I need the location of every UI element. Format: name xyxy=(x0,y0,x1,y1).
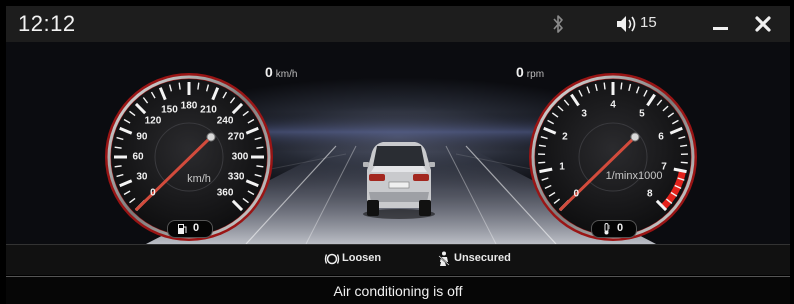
tick-label: 0 xyxy=(573,188,579,200)
speedometer-unit-label: km/h xyxy=(187,173,211,185)
minor-tick xyxy=(256,146,264,149)
minor-tick xyxy=(680,161,688,164)
needle-hub xyxy=(206,132,216,142)
seatbelt-status: Unsecured xyxy=(436,251,536,268)
close-button[interactable] xyxy=(748,10,778,38)
tick-label: 30 xyxy=(136,171,148,183)
tick-label: 150 xyxy=(161,104,178,116)
minor-tick xyxy=(178,82,181,90)
seatbelt-icon xyxy=(438,251,450,266)
minor-tick xyxy=(256,165,264,168)
minor-tick xyxy=(603,82,606,90)
minor-tick xyxy=(538,161,546,164)
tick-label: 270 xyxy=(227,131,245,143)
minor-tick xyxy=(197,82,200,90)
tick-label: 180 xyxy=(180,100,198,112)
tick-label: 360 xyxy=(216,187,234,199)
minor-tick xyxy=(114,146,122,149)
seatbelt-label: Unsecured xyxy=(454,252,511,264)
warning-strip: Loosen Unsecured xyxy=(6,244,790,275)
clock: 12:12 xyxy=(18,11,76,36)
tick-label: 1 xyxy=(559,161,565,173)
tick-label: 240 xyxy=(216,115,234,127)
parking-brake-label: Loosen xyxy=(342,252,382,264)
rpm-value: 0 xyxy=(516,64,524,80)
car-rear-view xyxy=(363,142,435,219)
climate-message: Air conditioning is off xyxy=(6,276,790,304)
needle-hub xyxy=(630,132,640,142)
fuel-level-box: 0 xyxy=(167,220,213,238)
tachometer: 012345678 1/minx1000 0 xyxy=(528,72,698,242)
tick-label: 6 xyxy=(658,131,664,143)
instrument-cluster: 0 km/h 0 rpm 0 30 60 90 120 150 180 210 240 270 300 3… xyxy=(6,42,790,244)
tick-label: 120 xyxy=(144,115,162,127)
tick-label: 3 xyxy=(581,108,587,120)
bluetooth-icon xyxy=(553,15,563,33)
tick-label: 0 xyxy=(150,187,156,199)
tachometer-dial xyxy=(529,73,697,241)
tick-label: 5 xyxy=(639,108,645,120)
status-bar: 12:12 15 xyxy=(6,6,790,42)
speed-unit: km/h xyxy=(275,69,298,80)
coolant-temp-box: 0 xyxy=(591,220,637,238)
minor-tick xyxy=(114,165,122,168)
tick-label: 90 xyxy=(136,131,148,143)
fuel-pump-icon xyxy=(178,224,187,234)
temp-value: 0 xyxy=(617,222,624,234)
coolant-temperature-icon xyxy=(604,223,610,235)
speaker-icon xyxy=(617,16,636,32)
minimize-icon xyxy=(713,27,728,30)
tick-label: 300 xyxy=(231,151,249,163)
parking-brake-icon xyxy=(324,253,340,265)
minor-tick xyxy=(620,82,623,90)
tick-label: 330 xyxy=(227,171,245,183)
fuel-value: 0 xyxy=(193,222,200,234)
tick-label: 8 xyxy=(646,188,653,200)
tick-label: 60 xyxy=(132,151,144,163)
tick-label: 210 xyxy=(200,104,217,116)
tachometer-unit-label: 1/minx1000 xyxy=(605,170,663,182)
close-icon xyxy=(755,16,771,32)
parking-brake-status: Loosen xyxy=(324,252,414,268)
tick-label: 4 xyxy=(610,99,616,111)
tick-label: 2 xyxy=(562,131,568,143)
minimize-button[interactable] xyxy=(706,10,736,38)
volume-level: 15 xyxy=(640,14,657,31)
speedometer: 0 30 60 90 120 150 180 210 240 270 300 330 360 km/h … xyxy=(104,72,274,242)
dashboard-screen: 12:12 15 0 km/h 0 rpm 0 30 60 90 120 150… xyxy=(0,0,794,304)
